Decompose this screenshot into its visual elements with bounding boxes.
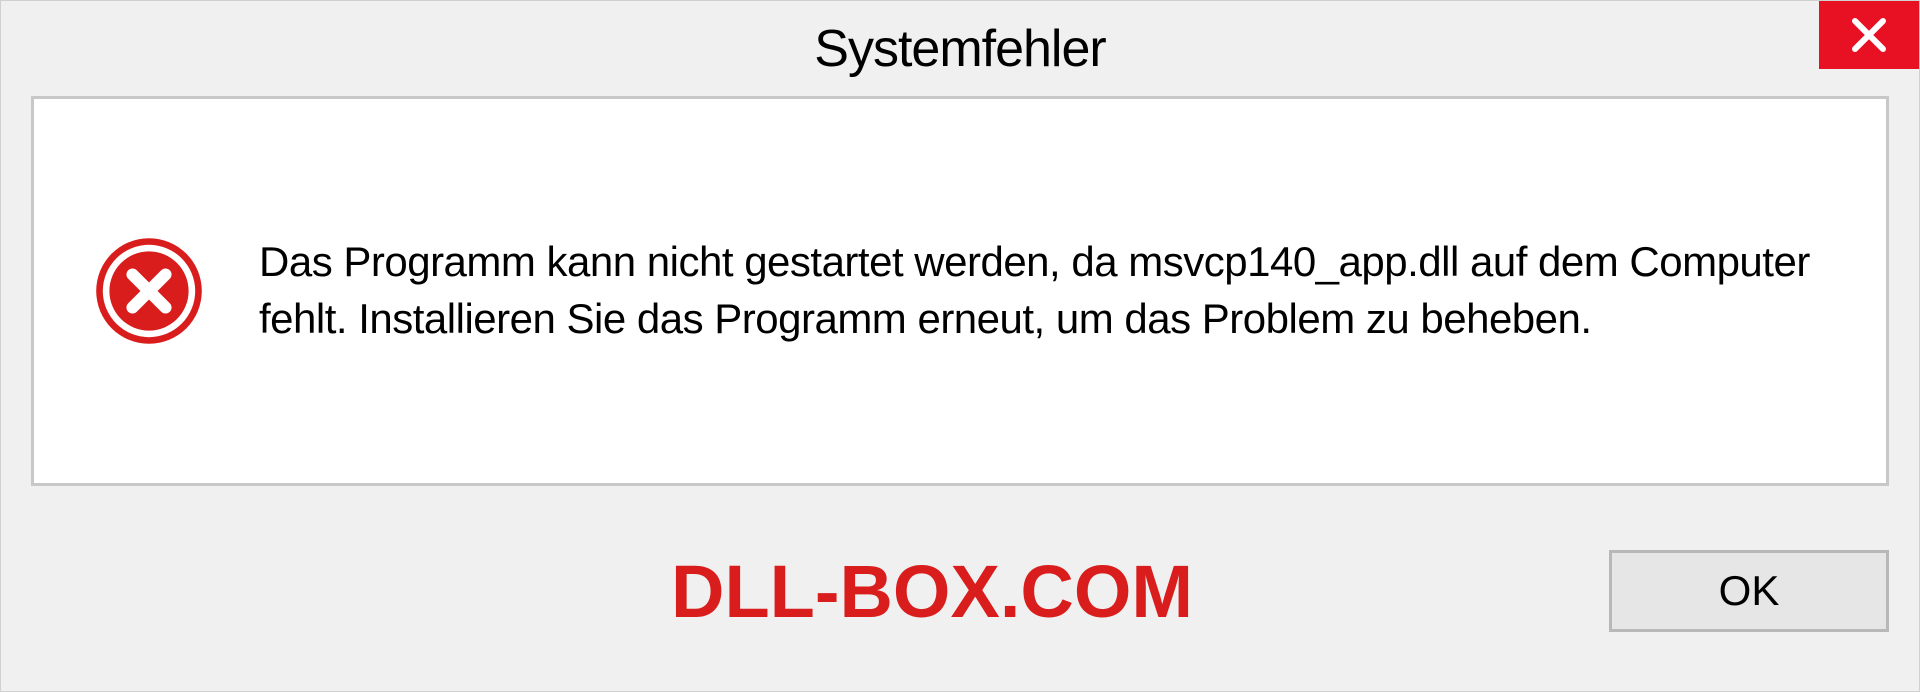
close-button[interactable]	[1819, 1, 1919, 69]
dialog-footer: DLL-BOX.COM OK	[1, 511, 1919, 691]
error-message: Das Programm kann nicht gestartet werden…	[259, 234, 1836, 347]
watermark-text: DLL-BOX.COM	[671, 549, 1193, 634]
error-icon	[94, 236, 204, 346]
titlebar: Systemfehler	[1, 1, 1919, 96]
ok-button[interactable]: OK	[1609, 550, 1889, 632]
error-dialog: Systemfehler Das Programm kann nicht ges…	[0, 0, 1920, 692]
dialog-title: Systemfehler	[814, 19, 1105, 79]
content-panel: Das Programm kann nicht gestartet werden…	[31, 96, 1889, 486]
close-icon	[1849, 15, 1889, 55]
